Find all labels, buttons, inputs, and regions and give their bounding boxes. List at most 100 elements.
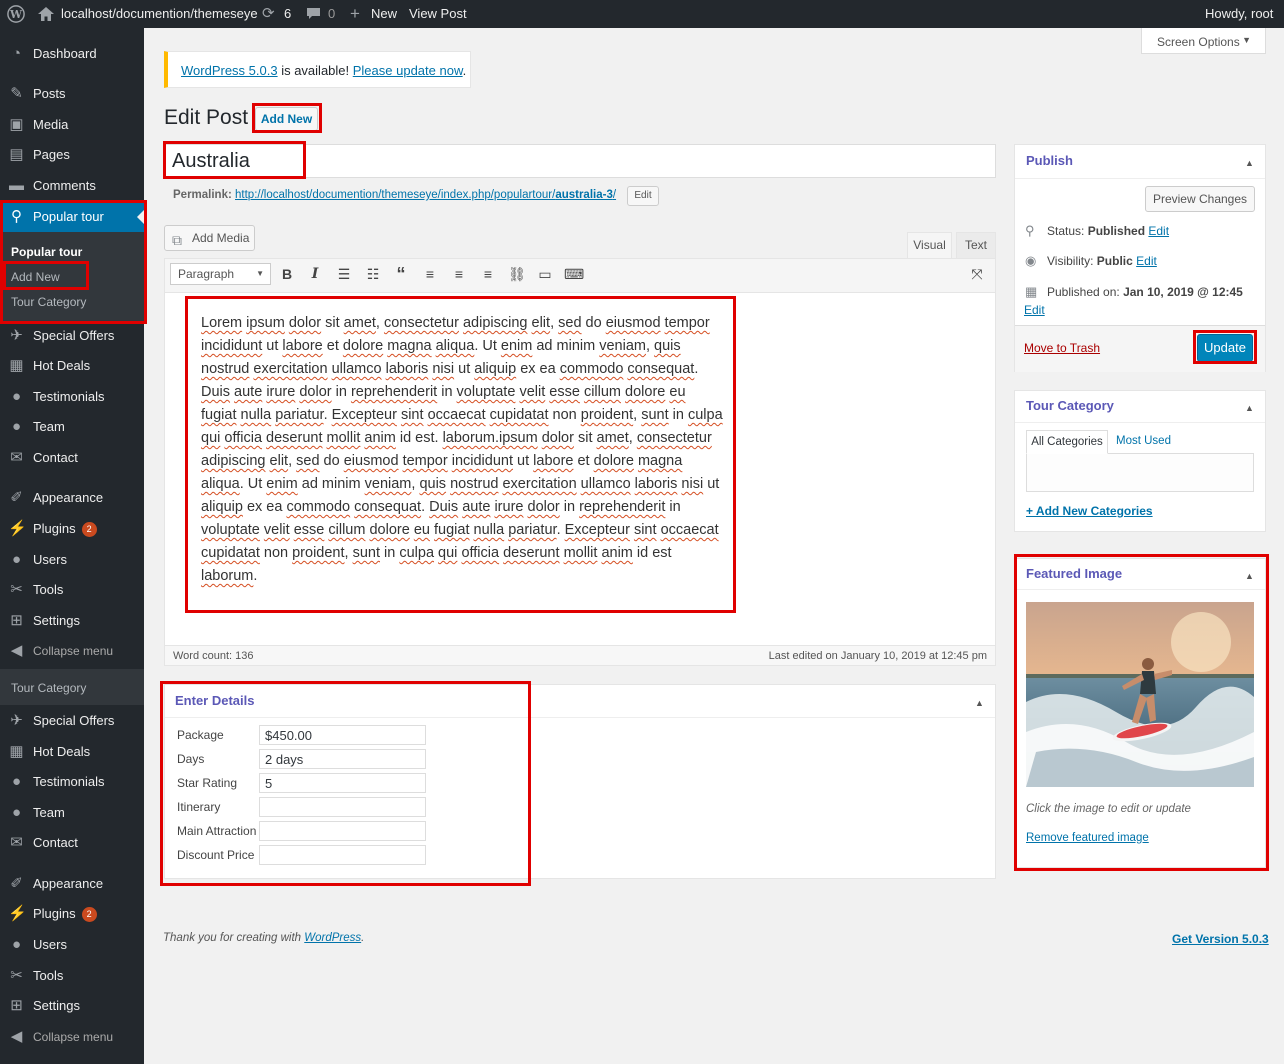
numbered-list-icon[interactable]: ☷ xyxy=(363,264,383,284)
menu-special-offers[interactable]: ✈ Special Offers xyxy=(0,321,144,351)
menu-dashboard[interactable]: ◔ Dashboard xyxy=(0,39,144,69)
remove-featured-image-link[interactable]: Remove featured image xyxy=(1026,832,1149,844)
menu-team-2[interactable]: ● Team xyxy=(0,798,144,828)
permalink-link[interactable]: http://localhost/documention/themeseye/i… xyxy=(235,189,616,201)
word-count: Word count: 136 xyxy=(173,650,254,662)
screen-options-tab[interactable]: Screen Options ▼ xyxy=(1141,28,1266,54)
menu-users[interactable]: ● Users xyxy=(0,545,144,575)
visibility-edit-link[interactable]: Edit xyxy=(1136,254,1157,268)
menu-appearance[interactable]: ✐ Appearance xyxy=(0,483,144,513)
star-rating-input[interactable]: 5 xyxy=(259,773,426,793)
bold-icon[interactable]: B xyxy=(277,264,297,284)
toolbar-toggle-icon[interactable]: ⌨ xyxy=(564,264,584,284)
collapse-arrow-icon[interactable]: ▲ xyxy=(1245,158,1254,168)
site-name-link[interactable]: localhost/documention/themeseye xyxy=(61,0,258,28)
format-select[interactable]: Paragraph ▼ xyxy=(170,263,271,285)
updates-count[interactable]: 6 xyxy=(284,0,291,28)
get-version-link[interactable]: Get Version 5.0.3 xyxy=(1172,932,1269,946)
preview-changes-button[interactable]: Preview Changes xyxy=(1145,186,1255,212)
move-to-trash-link[interactable]: Move to Trash xyxy=(1024,341,1100,355)
days-input[interactable]: 2 days xyxy=(259,749,426,769)
menu-appearance-2[interactable]: ✐ Appearance xyxy=(0,869,144,899)
menu-settings-2[interactable]: ⊞ Settings xyxy=(0,991,144,1021)
tab-text[interactable]: Text xyxy=(956,232,996,258)
post-title-input[interactable]: Australia xyxy=(164,144,996,178)
menu-collapse[interactable]: ◀ Collapse menu xyxy=(0,636,144,666)
align-right-icon[interactable]: ≡ xyxy=(478,264,498,284)
footer-wordpress-link[interactable]: WordPress xyxy=(304,932,361,944)
editor-content[interactable]: Lorem ipsum dolor sit amet, consectetur … xyxy=(201,312,725,588)
update-now-link[interactable]: Please update now xyxy=(353,63,463,78)
tab-all-categories[interactable]: All Categories xyxy=(1026,430,1108,454)
new-content-link[interactable]: New xyxy=(371,0,397,28)
add-new-post-button[interactable]: Add New xyxy=(255,107,318,131)
category-checklist[interactable] xyxy=(1026,453,1254,492)
plugin-icon: ⚡ xyxy=(8,520,27,537)
published-on-edit-link[interactable]: Edit xyxy=(1024,303,1045,317)
submenu-tour-category[interactable]: Tour Category xyxy=(11,295,86,309)
howdy-user-link[interactable]: Howdy, root xyxy=(1205,0,1273,28)
menu-comments[interactable]: ▬ Comments xyxy=(0,171,144,201)
menu-testimonials[interactable]: ● Testimonials xyxy=(0,382,144,412)
menu-popular-tour[interactable]: ⚲ Popular tour xyxy=(0,202,144,232)
submenu-popular-tour[interactable]: Popular tour xyxy=(11,245,82,259)
align-left-icon[interactable]: ≡ xyxy=(420,264,440,284)
main-attraction-input[interactable] xyxy=(259,821,426,841)
align-center-icon[interactable]: ≡ xyxy=(449,264,469,284)
menu-hot-deals-2[interactable]: ▦ Hot Deals xyxy=(0,737,144,767)
menu-plugins[interactable]: ⚡ Plugins 2 xyxy=(0,514,144,544)
bullet-list-icon[interactable]: ☰ xyxy=(334,264,354,284)
permalink-edit-button[interactable]: Edit xyxy=(627,186,659,206)
menu-users-2[interactable]: ● Users xyxy=(0,930,144,960)
menu-media[interactable]: ▣ Media xyxy=(0,110,144,140)
menu-plugins-2[interactable]: ⚡ Plugins 2 xyxy=(0,899,144,929)
menu-contact[interactable]: ✉ Contact xyxy=(0,443,144,473)
collapse-arrow-icon[interactable]: ▲ xyxy=(975,698,984,708)
featured-image-title: Featured Image xyxy=(1026,566,1123,581)
read-more-icon[interactable]: ▭ xyxy=(535,264,555,284)
admin-bar: W localhost/documention/themeseye ⟳ 6 0 … xyxy=(0,0,1284,28)
menu-settings[interactable]: ⊞ Settings xyxy=(0,606,144,636)
collapse-arrow-icon[interactable]: ▲ xyxy=(1245,403,1254,413)
fullscreen-icon[interactable]: ⤧ xyxy=(967,264,987,284)
status-edit-link[interactable]: Edit xyxy=(1148,224,1169,238)
menu-posts[interactable]: ✎ Posts xyxy=(0,79,144,109)
wordpress-version-link[interactable]: WordPress 5.0.3 xyxy=(181,63,278,78)
permalink-row: Permalink: http://localhost/documention/… xyxy=(173,189,617,201)
blockquote-icon[interactable]: “ xyxy=(391,264,411,284)
submenu-add-new[interactable]: Add New xyxy=(11,270,60,284)
package-input[interactable]: $450.00 xyxy=(259,725,426,745)
tab-most-used[interactable]: Most Used xyxy=(1116,435,1171,447)
link-icon[interactable]: ⛓ xyxy=(507,264,527,284)
italic-icon[interactable]: I xyxy=(305,264,325,284)
menu-hot-deals[interactable]: ▦ Hot Deals xyxy=(0,351,144,381)
menu-special-offers-2[interactable]: ✈ Special Offers xyxy=(0,706,144,736)
menu-contact-2[interactable]: ✉ Contact xyxy=(0,828,144,858)
featured-image-thumbnail[interactable] xyxy=(1026,602,1254,787)
updates-icon[interactable]: ⟳ xyxy=(262,0,275,28)
collapse-arrow-icon[interactable]: ▲ xyxy=(1245,571,1254,581)
view-post-link[interactable]: View Post xyxy=(409,0,467,28)
person-icon: ● xyxy=(11,388,22,405)
add-new-category-link[interactable]: + Add New Categories xyxy=(1026,504,1153,518)
menu-tools-2[interactable]: ✂ Tools xyxy=(0,961,144,991)
pin-icon: ✎ xyxy=(10,85,23,102)
discount-price-input[interactable] xyxy=(259,845,426,865)
itinerary-input[interactable] xyxy=(259,797,426,817)
comments-icon[interactable] xyxy=(306,0,321,28)
menu-tools[interactable]: ✂ Tools xyxy=(0,575,144,605)
menu-pages[interactable]: ▤ Pages xyxy=(0,140,144,170)
update-button[interactable]: Update xyxy=(1197,334,1253,362)
menu-testimonials-2[interactable]: ● Testimonials xyxy=(0,767,144,797)
plus-icon[interactable]: + xyxy=(350,0,360,28)
comments-count[interactable]: 0 xyxy=(328,0,335,28)
home-icon[interactable] xyxy=(38,0,54,28)
add-media-button[interactable]: ⧉ Add Media xyxy=(164,225,255,251)
caret-down-icon: ▼ xyxy=(1242,35,1251,45)
menu-team[interactable]: ● Team xyxy=(0,412,144,442)
wordpress-logo-icon[interactable]: W xyxy=(7,0,25,28)
menu-tour-category[interactable]: Tour Category xyxy=(11,681,86,695)
tab-visual[interactable]: Visual xyxy=(907,232,952,258)
menu-collapse-2[interactable]: ◀ Collapse menu xyxy=(0,1022,144,1052)
users-icon: ● xyxy=(11,551,22,568)
